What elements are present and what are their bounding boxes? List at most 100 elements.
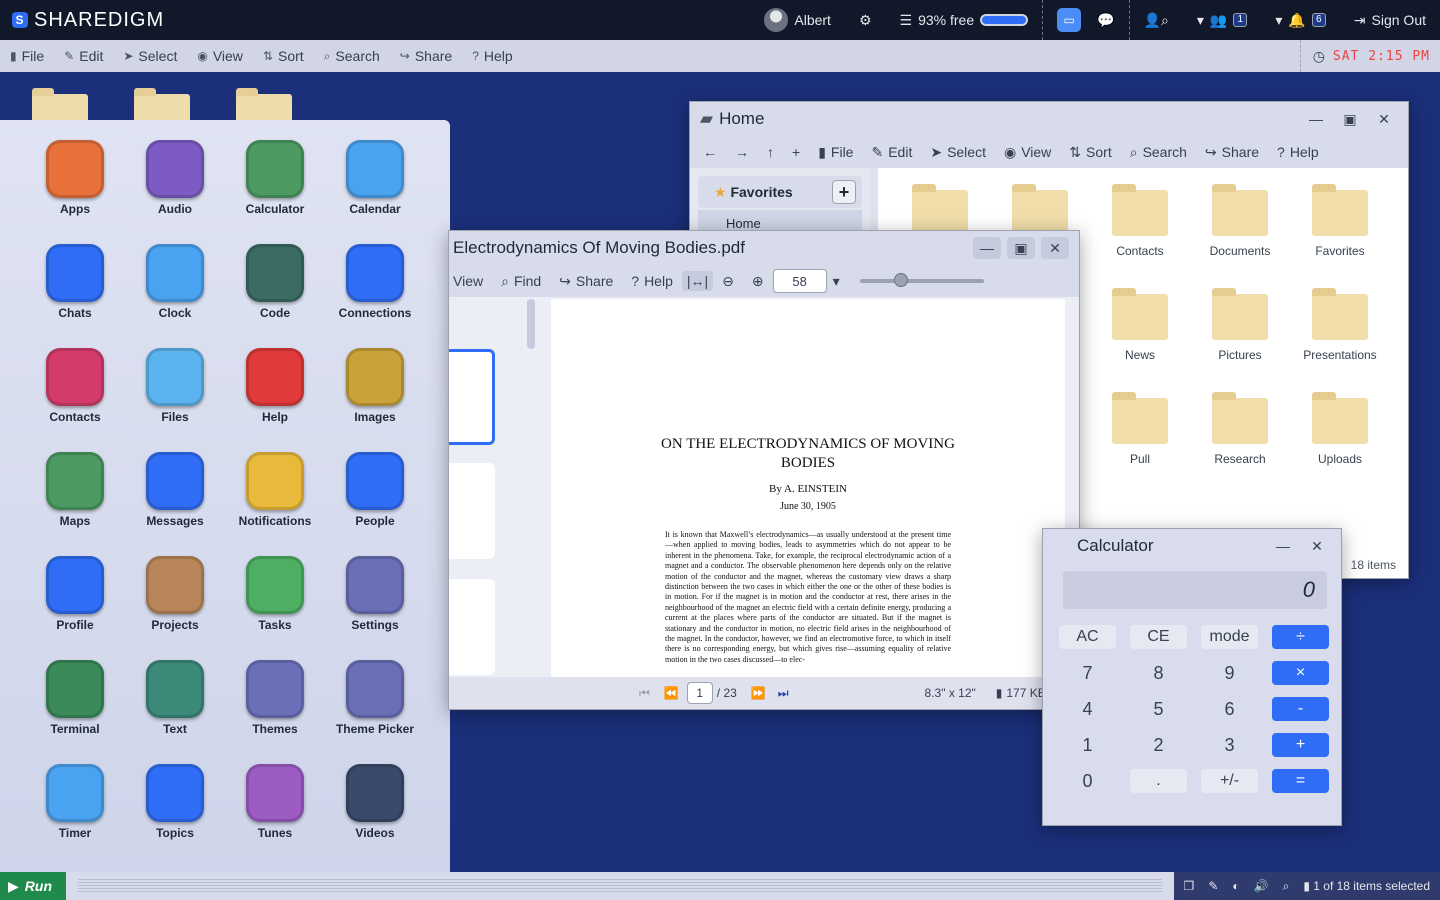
calc-key[interactable]: 4 <box>1059 697 1116 721</box>
sharedigm-logo[interactable]: S SHAREDIGM <box>12 9 164 32</box>
zoom-icon[interactable]: ⌕ <box>1283 879 1290 894</box>
calc-key[interactable]: = <box>1272 769 1329 793</box>
calc-key[interactable]: AC <box>1059 625 1116 649</box>
calc-key[interactable]: mode <box>1201 625 1258 649</box>
page-input[interactable]: 1 <box>686 682 713 704</box>
up-button[interactable]: ↑ <box>758 144 783 160</box>
page-thumbnail[interactable] <box>449 579 495 675</box>
back-button[interactable]: ← <box>694 144 726 160</box>
menu-share[interactable]: ↪ Share <box>390 48 462 64</box>
launcher-app[interactable]: Videos <box>325 764 425 868</box>
folder-item[interactable]: Pictures <box>1190 288 1290 362</box>
zoom-slider-knob[interactable] <box>893 273 908 287</box>
sign-out-button[interactable]: ⇥ Sign Out <box>1340 0 1440 40</box>
user-menu[interactable]: Albert <box>750 0 845 40</box>
launcher-app[interactable]: Tasks <box>225 556 325 660</box>
folder-item[interactable]: Favorites <box>1290 184 1390 258</box>
launcher-app[interactable]: Projects <box>125 556 225 660</box>
home-menu-select[interactable]: ➤ Select <box>921 144 995 161</box>
pdf-help-button[interactable]: ? Help <box>622 273 682 289</box>
launcher-app[interactable]: Files <box>125 348 225 452</box>
calc-key[interactable]: 1 <box>1059 733 1116 757</box>
launcher-app[interactable]: Themes <box>225 660 325 764</box>
launcher-app[interactable]: People <box>325 452 425 556</box>
launcher-app[interactable]: Settings <box>325 556 425 660</box>
launcher-app[interactable]: Help <box>225 348 325 452</box>
calc-key[interactable]: +/- <box>1201 769 1258 793</box>
fit-width-button[interactable]: |↔| <box>681 271 714 291</box>
launcher-app[interactable]: Clock <box>125 244 225 348</box>
pdf-find-button[interactable]: ⌕ Find <box>492 273 550 290</box>
close-button[interactable]: ✕ <box>1041 237 1069 259</box>
contrast-icon[interactable]: ◐ <box>1232 879 1239 893</box>
home-menu-help[interactable]: ? Help <box>1268 144 1328 160</box>
zoom-out-button[interactable]: ⊖ <box>713 273 743 290</box>
calc-key[interactable]: 5 <box>1130 697 1187 721</box>
home-menu-edit[interactable]: ✎ Edit <box>862 144 921 161</box>
pdf-titlebar[interactable]: Electrodynamics Of Moving Bodies.pdf — ▣… <box>449 231 1079 265</box>
pdf-share-button[interactable]: ↪ Share <box>550 273 622 290</box>
zoom-in-button[interactable]: ⊕ <box>743 273 773 290</box>
volume-icon[interactable]: 🔊 <box>1254 879 1269 893</box>
calc-key[interactable]: ÷ <box>1272 625 1329 649</box>
launcher-app[interactable]: Tunes <box>225 764 325 868</box>
maximize-button[interactable]: ▣ <box>1336 108 1364 130</box>
clock[interactable]: ◷ SAT 2:15 PM <box>1299 40 1440 72</box>
menu-select[interactable]: ➤ Select <box>113 48 187 64</box>
launcher-app[interactable]: Notifications <box>225 452 325 556</box>
launcher-app[interactable]: Audio <box>125 140 225 244</box>
launcher-app[interactable]: Connections <box>325 244 425 348</box>
storage-indicator[interactable]: ☰ 93% free <box>886 0 1043 40</box>
connections-dropdown[interactable]: ▾ 👥 1 <box>1183 0 1261 40</box>
calc-key[interactable]: CE <box>1130 625 1187 649</box>
calc-key[interactable]: - <box>1272 697 1329 721</box>
folder-item[interactable]: Research <box>1190 392 1290 466</box>
minimize-button[interactable]: — <box>973 237 1001 259</box>
launcher-app[interactable]: Text <box>125 660 225 764</box>
add-button[interactable]: + <box>783 144 809 160</box>
minimize-button[interactable]: — <box>1302 108 1330 130</box>
calc-key[interactable]: 0 <box>1059 769 1116 793</box>
launcher-app[interactable]: Messages <box>125 452 225 556</box>
close-button[interactable]: ✕ <box>1370 108 1398 130</box>
launcher-app[interactable]: Contacts <box>25 348 125 452</box>
favorites-header[interactable]: ★ Favorites + <box>698 176 862 208</box>
calc-key[interactable]: 7 <box>1059 661 1116 685</box>
launcher-app[interactable]: Code <box>225 244 325 348</box>
first-page-button[interactable]: ⏮ <box>639 686 650 701</box>
calc-key[interactable]: 3 <box>1201 733 1258 757</box>
menu-edit[interactable]: ✎ Edit <box>54 48 113 64</box>
folder-item[interactable]: Contacts <box>1090 184 1190 258</box>
home-menu-search[interactable]: ⌕ Search <box>1121 144 1196 161</box>
home-menu-file[interactable]: ▮ File <box>809 144 862 161</box>
brush-icon[interactable]: ✎ <box>1208 879 1218 893</box>
zoom-slider[interactable] <box>859 273 984 287</box>
maximize-button[interactable]: ▣ <box>1007 237 1035 259</box>
calculator-titlebar[interactable]: Calculator — ✕ <box>1043 529 1341 563</box>
folder-item[interactable]: Presentations <box>1290 288 1390 362</box>
zoom-dropdown[interactable]: ▾ <box>827 273 846 290</box>
launcher-app[interactable]: Timer <box>25 764 125 868</box>
home-menu-share[interactable]: ↪ Share <box>1196 144 1268 161</box>
menu-sort[interactable]: ⇅ Sort <box>253 48 314 64</box>
calc-key[interactable]: . <box>1130 769 1187 793</box>
launcher-app[interactable]: Theme Picker <box>325 660 425 764</box>
close-button[interactable]: ✕ <box>1303 535 1331 557</box>
chat-bubble-icon[interactable]: 💬 <box>1097 12 1114 29</box>
launcher-app[interactable]: Topics <box>125 764 225 868</box>
launcher-app[interactable]: Calculator <box>225 140 325 244</box>
launcher-app[interactable]: Calendar <box>325 140 425 244</box>
run-button[interactable]: ▶ Run <box>0 872 66 900</box>
notifications-dropdown[interactable]: ▾ 🔔 6 <box>1261 0 1339 40</box>
launcher-app[interactable]: Apps <box>25 140 125 244</box>
home-menu-view[interactable]: ◉ View <box>995 144 1060 161</box>
page-thumbnail[interactable] <box>449 349 495 445</box>
calc-key[interactable]: + <box>1272 733 1329 757</box>
menu-help[interactable]: ? Help <box>462 48 522 64</box>
launcher-app[interactable]: Images <box>325 348 425 452</box>
home-menu-sort[interactable]: ⇅ Sort <box>1060 144 1120 161</box>
calc-key[interactable]: 8 <box>1130 661 1187 685</box>
thumbnail-scrollbar[interactable] <box>527 299 535 349</box>
calc-key[interactable]: × <box>1272 661 1329 685</box>
folder-item[interactable]: Documents <box>1190 184 1290 258</box>
